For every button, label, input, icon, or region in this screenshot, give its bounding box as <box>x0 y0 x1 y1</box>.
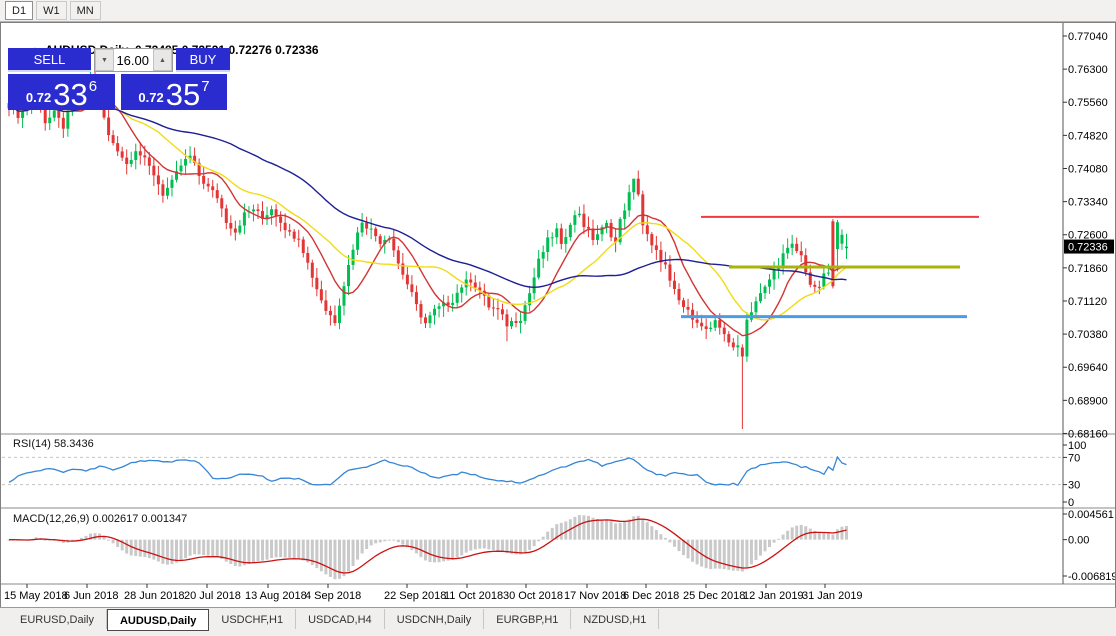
svg-text:6 Dec 2018: 6 Dec 2018 <box>623 590 679 602</box>
ma-line-fast <box>9 100 847 336</box>
sell-price-prefix: 0.72 <box>26 90 51 105</box>
chart-tab-usdcnh-daily[interactable]: USDCNH,Daily <box>385 609 485 629</box>
sell-price-main: 33 <box>53 80 87 110</box>
svg-text:6 Jun 2018: 6 Jun 2018 <box>64 590 118 602</box>
svg-text:0.00: 0.00 <box>1068 535 1089 547</box>
svg-text:25 Dec 2018: 25 Dec 2018 <box>683 590 745 602</box>
svg-text:0.71860: 0.71860 <box>1068 263 1108 275</box>
svg-text:0.75560: 0.75560 <box>1068 97 1108 109</box>
svg-text:0.69640: 0.69640 <box>1068 362 1108 374</box>
svg-text:0.004561: 0.004561 <box>1068 509 1114 521</box>
svg-text:0.68900: 0.68900 <box>1068 395 1108 407</box>
svg-text:31 Jan 2019: 31 Jan 2019 <box>802 590 863 602</box>
time-axis[interactable]: 15 May 20186 Jun 2018 28 Jun 201820 Jul 2… <box>4 584 863 602</box>
buy-price-pip: 7 <box>201 78 209 95</box>
buy-price-main: 35 <box>166 80 200 110</box>
volume-decrease-icon[interactable]: ▼ <box>95 49 114 71</box>
svg-text:70: 70 <box>1068 452 1080 464</box>
rsi-line <box>9 457 847 485</box>
svg-text:13 Aug 2018: 13 Aug 2018 <box>245 590 307 602</box>
ma-line-slow <box>9 105 847 287</box>
buy-price-display[interactable]: 0.72357 <box>121 74 227 110</box>
svg-text:28 Jun 2018: 28 Jun 2018 <box>124 590 185 602</box>
svg-text:4 Sep 2018: 4 Sep 2018 <box>305 590 361 602</box>
timeframe-button-d1[interactable]: D1 <box>5 1 33 20</box>
svg-text:12 Jan 2019: 12 Jan 2019 <box>743 590 804 602</box>
svg-text:0.68160: 0.68160 <box>1068 428 1108 440</box>
rsi-label: RSI(14) 58.3436 <box>13 438 94 450</box>
price-axis[interactable]: 0.77040 0.76300 0.75560 0.74820 0.74080 0.733… <box>1063 31 1114 440</box>
sell-price-pip: 6 <box>89 78 97 95</box>
svg-text:0.71120: 0.71120 <box>1068 296 1107 308</box>
chart-tab-eurgbp-h1[interactable]: EURGBP,H1 <box>484 609 571 629</box>
chart-tab-usdchf-h1[interactable]: USDCHF,H1 <box>209 609 296 629</box>
svg-text:100: 100 <box>1068 440 1086 452</box>
chart-tab-eurusd-daily[interactable]: EURUSD,Daily <box>8 609 107 629</box>
svg-text:0: 0 <box>1068 497 1074 509</box>
svg-text:11 Oct 2018: 11 Oct 2018 <box>444 590 503 602</box>
ohlc-close: 0.72336 <box>275 43 318 57</box>
ma-line-mid <box>9 105 847 320</box>
svg-text:15 May 2018: 15 May 2018 <box>4 590 68 602</box>
chart-tab-usdcad-h4[interactable]: USDCAD,H4 <box>296 609 385 629</box>
mt4-terminal: D1W1MN ▲AUDUSD,Daily 0.72485 0.72531 0.7… <box>0 0 1116 636</box>
buy-button[interactable]: BUY <box>176 48 230 72</box>
sell-price-display[interactable]: 0.72336 <box>8 74 115 110</box>
svg-text:30: 30 <box>1068 480 1080 492</box>
svg-text:-0.006819: -0.006819 <box>1068 571 1115 583</box>
chart-tab-audusd-daily[interactable]: AUDUSD,Daily <box>107 609 209 631</box>
svg-text:0.74080: 0.74080 <box>1068 163 1108 175</box>
macd-label: MACD(12,26,9) 0.002617 0.001347 <box>13 513 187 525</box>
svg-text:0.70380: 0.70380 <box>1068 329 1108 341</box>
one-click-trading-panel: SELL ▼ 16.00 ▲ BUY 0.72336 0.72357 <box>8 48 230 110</box>
volume-stepper: ▼ 16.00 ▲ <box>94 48 173 72</box>
chart-window: ▲AUDUSD,Daily 0.72485 0.72531 0.72276 0.… <box>0 22 1116 609</box>
svg-text:20 Jul 2018: 20 Jul 2018 <box>184 590 241 602</box>
svg-text:0.76300: 0.76300 <box>1068 64 1108 76</box>
volume-value[interactable]: 16.00 <box>114 49 153 71</box>
svg-text:0.73340: 0.73340 <box>1068 197 1108 209</box>
sell-button[interactable]: SELL <box>8 48 91 72</box>
svg-text:0.77040: 0.77040 <box>1068 31 1108 43</box>
timeframe-button-mn[interactable]: MN <box>70 1 101 20</box>
timeframe-toolbar: D1W1MN <box>0 0 1116 22</box>
svg-text:22 Sep 2018: 22 Sep 2018 <box>384 590 446 602</box>
buy-price-prefix: 0.72 <box>138 90 163 105</box>
svg-text:30 Oct 2018: 30 Oct 2018 <box>503 590 563 602</box>
chart-tab-nzdusd-h1[interactable]: NZDUSD,H1 <box>571 609 659 629</box>
svg-text:0.74820: 0.74820 <box>1068 130 1108 142</box>
volume-increase-icon[interactable]: ▲ <box>153 49 172 71</box>
svg-text:0.72336: 0.72336 <box>1068 242 1108 254</box>
timeframe-button-w1[interactable]: W1 <box>36 1 67 20</box>
svg-text:17 Nov 2018: 17 Nov 2018 <box>564 590 626 602</box>
chart-tab-bar: EURUSD,DailyAUDUSD,DailyUSDCHF,H1USDCAD,… <box>0 607 1116 636</box>
ohlc-low: 0.72276 <box>228 43 271 57</box>
